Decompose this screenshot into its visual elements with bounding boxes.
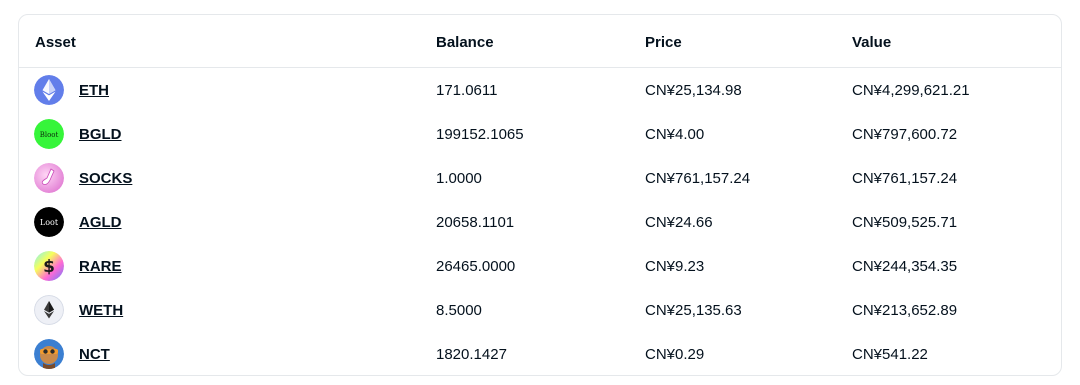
header-balance: Balance	[436, 34, 494, 51]
table-body: ETH 171.0611 CN¥25,134.98 CN¥4,299,621.2…	[19, 68, 1061, 375]
asset-link-bgld[interactable]: BGLD	[79, 126, 122, 143]
sock-icon	[34, 163, 64, 193]
balance-cell: 26465.0000	[436, 258, 516, 275]
price-cell: CN¥4.00	[645, 126, 705, 143]
value-cell: CN¥244,354.35	[852, 258, 958, 275]
bloot-icon: Bloot	[34, 119, 64, 149]
rare-icon: $	[34, 251, 64, 281]
asset-link-agld[interactable]: AGLD	[79, 214, 122, 231]
price-cell: CN¥25,134.98	[645, 82, 742, 99]
balance-cell: 1.0000	[436, 170, 482, 187]
asset-link-weth[interactable]: WETH	[79, 302, 123, 319]
nct-icon	[34, 339, 64, 369]
table-row: NCT 1820.1427 CN¥0.29 CN¥541.22	[19, 332, 1061, 375]
value-cell: CN¥4,299,621.21	[852, 82, 970, 99]
header-asset: Asset	[35, 34, 76, 51]
balance-cell: 8.5000	[436, 302, 482, 319]
balance-cell: 20658.1101	[436, 214, 515, 231]
table-row: WETH 8.5000 CN¥25,135.63 CN¥213,652.89	[19, 288, 1061, 332]
table-row: SOCKS 1.0000 CN¥761,157.24 CN¥761,157.24	[19, 156, 1061, 200]
price-cell: CN¥761,157.24	[645, 170, 751, 187]
value-cell: CN¥761,157.24	[852, 170, 958, 187]
price-cell: CN¥0.29	[645, 346, 705, 363]
svg-text:$: $	[43, 257, 55, 277]
table-header: Asset Balance Price Value	[19, 15, 1061, 68]
value-cell: CN¥509,525.71	[852, 214, 958, 231]
balance-cell: 1820.1427	[436, 346, 507, 363]
asset-link-rare[interactable]: RARE	[79, 258, 122, 275]
loot-icon: Loot	[34, 207, 64, 237]
value-cell: CN¥541.22	[852, 346, 928, 363]
table-row: ETH 171.0611 CN¥25,134.98 CN¥4,299,621.2…	[19, 68, 1061, 112]
value-cell: CN¥213,652.89	[852, 302, 958, 319]
value-cell: CN¥797,600.72	[852, 126, 958, 143]
price-cell: CN¥24.66	[645, 214, 713, 231]
eth-icon	[34, 75, 64, 105]
balance-cell: 171.0611	[436, 82, 498, 99]
svg-text:Bloot: Bloot	[40, 131, 59, 139]
price-cell: CN¥25,135.63	[645, 302, 742, 319]
weth-icon	[34, 295, 64, 325]
balance-cell: 199152.1065	[436, 126, 524, 143]
table-row: $ RARE 26465.0000 CN¥9.23 CN¥244,354.35	[19, 244, 1061, 288]
table-row: Bloot BGLD 199152.1065 CN¥4.00 CN¥797,60…	[19, 112, 1061, 156]
asset-table: Asset Balance Price Value ETH 171.0611 C…	[18, 14, 1062, 376]
svg-text:Loot: Loot	[40, 218, 59, 227]
header-value: Value	[852, 34, 892, 51]
header-price: Price	[645, 34, 682, 51]
asset-link-nct[interactable]: NCT	[79, 346, 110, 363]
asset-link-eth[interactable]: ETH	[79, 82, 109, 99]
asset-link-socks[interactable]: SOCKS	[79, 170, 132, 187]
table-row: Loot AGLD 20658.1101 CN¥24.66 CN¥509,525…	[19, 200, 1061, 244]
price-cell: CN¥9.23	[645, 258, 705, 275]
